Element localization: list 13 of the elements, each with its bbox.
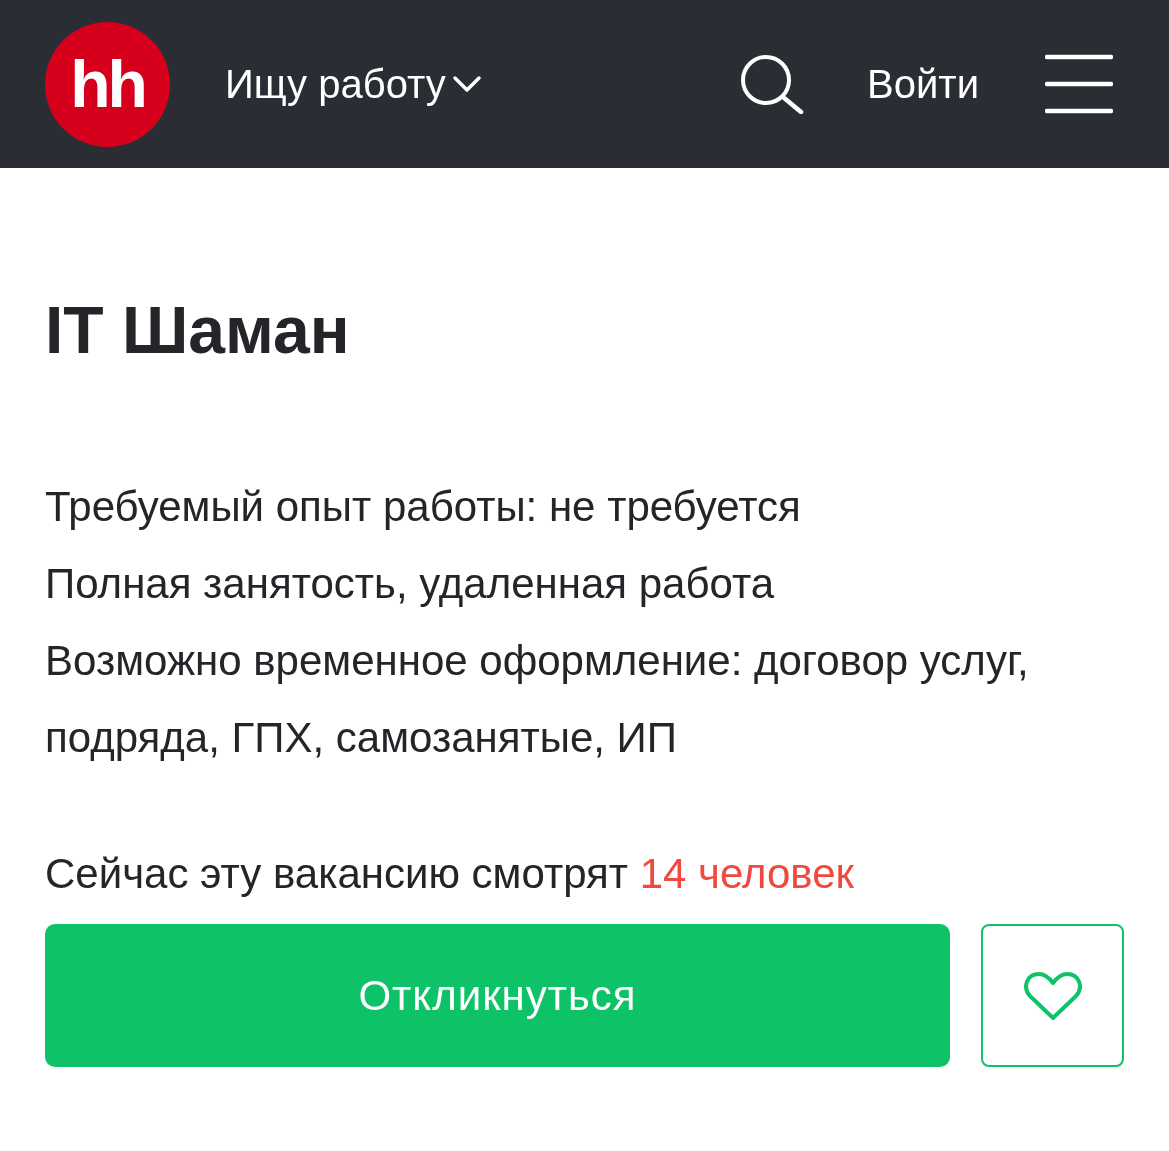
search-icon[interactable] <box>739 54 806 114</box>
viewers-text: Сейчас эту вакансию смотрят <box>45 850 629 897</box>
login-link[interactable]: Войти <box>867 61 979 107</box>
vacancy-detail: Полная занятость, удаленная работа <box>45 559 776 609</box>
heart-icon <box>1023 970 1082 1021</box>
vacancy-detail: Возможно временное оформление: договор услуг, подряда, ГПХ, самозанятые, ИП <box>45 636 1030 763</box>
viewer-count: 14 человек <box>639 850 854 897</box>
menu-icon[interactable] <box>1045 54 1113 114</box>
chevron-down-icon <box>451 75 482 93</box>
mode-dropdown[interactable]: Ищу работу <box>225 61 482 107</box>
vacancy-detail: Требуемый опыт работы: не требуется <box>45 482 802 532</box>
logo[interactable]: hh <box>45 21 170 147</box>
vacancy-title: IT Шаман <box>45 292 351 369</box>
